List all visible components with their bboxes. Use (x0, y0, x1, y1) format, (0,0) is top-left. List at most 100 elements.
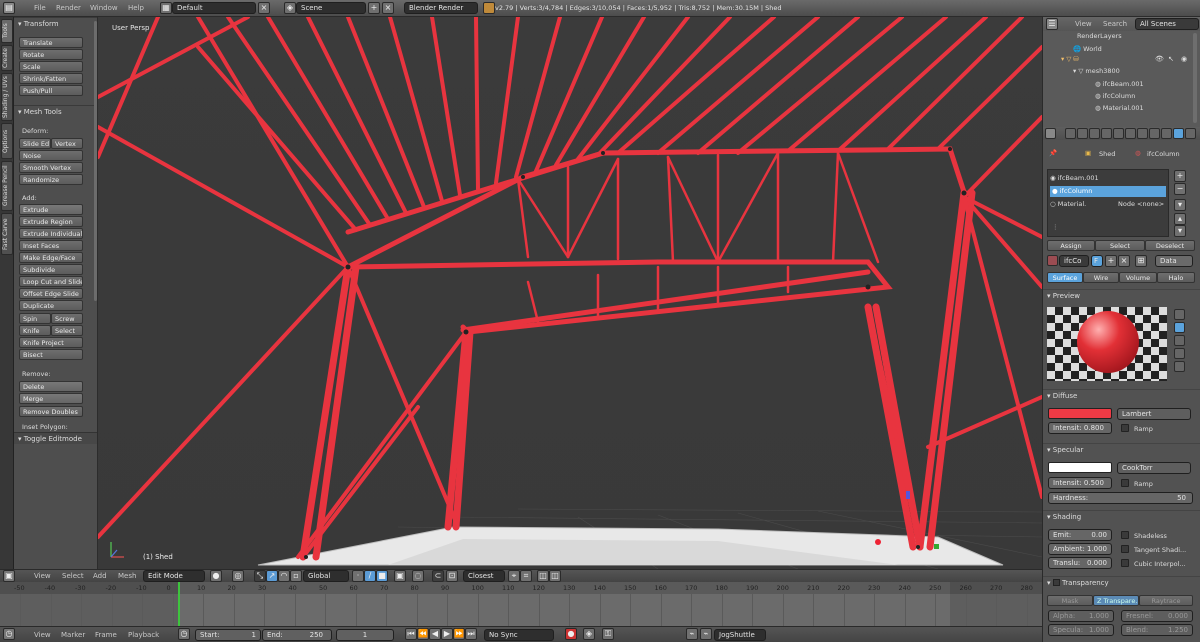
transparency-raytrace-button[interactable]: Raytrace (1139, 595, 1193, 606)
snap-align-icon[interactable]: ⌖ (508, 570, 520, 582)
alpha-field[interactable]: Alpha: 1.000 (1048, 610, 1114, 622)
diffuse-intensity-field[interactable]: Intensit: 0.800 (1048, 422, 1112, 434)
edge-select-icon[interactable]: / (364, 570, 376, 582)
play-icon[interactable]: ▶ (441, 628, 453, 640)
move-slot-up-icon[interactable]: ▴ (1174, 213, 1186, 225)
menu-select[interactable]: Select (62, 572, 84, 580)
offset-edge-slide-button[interactable]: Offset Edge Slide (19, 288, 83, 299)
render-camera-icon[interactable]: ◉ (1181, 55, 1187, 63)
tool-shelf-scrollbar[interactable] (94, 21, 97, 301)
editor-type-icon[interactable]: ▣ (3, 570, 15, 582)
panel-mesh-tools-header[interactable]: ▾ Mesh Tools (14, 105, 97, 117)
rotate-manipulator-icon[interactable]: ◠ (278, 570, 290, 582)
menu-view[interactable]: View (34, 572, 51, 580)
bisect-button[interactable]: Bisect (19, 349, 83, 360)
scene-tab-icon[interactable] (1089, 128, 1100, 139)
outliner-display-select[interactable]: All Scenes (1135, 18, 1199, 30)
face-select-icon[interactable]: ■ (376, 570, 388, 582)
tab-shading-uvs[interactable]: Shading / UVs (1, 73, 13, 121)
outliner-item-ifccolumn[interactable]: ◍ ifcColumn (1095, 92, 1135, 100)
menu-window[interactable]: Window (90, 4, 118, 12)
knife-select-button[interactable]: Select (51, 325, 83, 336)
slot-ifcbeam[interactable]: ◉ ifcBeam.001 (1050, 174, 1099, 182)
fresnel-field[interactable]: Fresnel: 0.000 (1121, 610, 1193, 622)
tab-halo[interactable]: Halo (1157, 272, 1195, 283)
scale-manipulator-icon[interactable]: ▫ (290, 570, 302, 582)
scale-button[interactable]: Scale (19, 61, 83, 72)
shrink-fatten-button[interactable]: Shrink/Fatten (19, 73, 83, 84)
mode-select[interactable]: Edit Mode (143, 570, 205, 582)
tl-menu-view[interactable]: View (34, 631, 51, 639)
3d-viewport[interactable]: User Persp (1) Shed (98, 17, 1042, 569)
auto-keying-icon[interactable]: ● (565, 628, 577, 640)
knife-button[interactable]: Knife (19, 325, 51, 336)
merge-menu[interactable]: Merge (19, 393, 83, 404)
tab-wire[interactable]: Wire (1083, 272, 1119, 283)
remove-slot-icon[interactable]: − (1174, 183, 1186, 195)
diffuse-shader-select[interactable]: Lambert (1117, 408, 1191, 420)
keying-set-select[interactable]: JogShuttle (714, 629, 766, 641)
info-editor-icon[interactable]: ▤ (3, 2, 15, 14)
extrude-menu[interactable]: Extrude (19, 204, 83, 215)
ambient-field[interactable]: Ambient: 1.000 (1048, 543, 1112, 555)
preview-monkey-icon[interactable] (1174, 348, 1185, 359)
snap-toggle-icon[interactable]: ⊂ (432, 570, 444, 582)
slot-material[interactable]: ○ Material. (1050, 200, 1086, 208)
breadcrumb-object[interactable]: Shed (1099, 150, 1115, 158)
object-tab-icon[interactable] (1113, 128, 1124, 139)
render-tab-icon[interactable] (1065, 128, 1076, 139)
add-slot-icon[interactable]: + (1174, 170, 1186, 182)
diffuse-color-swatch[interactable] (1048, 408, 1112, 419)
texture-tab-icon[interactable] (1185, 128, 1196, 139)
slide-vertex-button[interactable]: Vertex (51, 138, 83, 149)
proportional-edit-icon[interactable]: ◌ (412, 570, 424, 582)
world-tab-icon[interactable] (1101, 128, 1112, 139)
specular-intensity-field[interactable]: Intensit: 0.500 (1048, 477, 1112, 489)
specular-ramp-checkbox[interactable] (1121, 479, 1129, 487)
preview-panel-header[interactable]: ▾ Preview (1043, 289, 1200, 301)
scene-select[interactable]: Scene (296, 2, 366, 14)
current-frame-field[interactable]: 1 (336, 629, 394, 641)
transparency-panel-header[interactable]: ▾ Transparency (1043, 576, 1200, 588)
remove-doubles-button[interactable]: Remove Doubles (19, 406, 83, 417)
constraints-tab-icon[interactable] (1125, 128, 1136, 139)
pivot-icon[interactable]: ◎ (232, 570, 244, 582)
outliner-search-menu[interactable]: Search (1103, 20, 1127, 28)
slide-edge-button[interactable]: Slide Ed (19, 138, 51, 149)
tab-options[interactable]: Options (1, 123, 13, 159)
duplicate-button[interactable]: Duplicate (19, 300, 83, 311)
translucency-field[interactable]: Translu: 0.000 (1048, 557, 1112, 569)
knife-project-button[interactable]: Knife Project (19, 337, 83, 348)
render-engine-select[interactable]: Blender Render (404, 2, 478, 14)
close-scene-icon[interactable]: × (382, 2, 394, 14)
spin-button[interactable]: Spin (19, 313, 51, 324)
loop-cut-button[interactable]: Loop Cut and Slide (19, 276, 83, 287)
scene-icon[interactable]: ◈ (284, 2, 296, 14)
preview-cube-icon[interactable] (1174, 335, 1185, 346)
tab-volume[interactable]: Volume (1119, 272, 1157, 283)
link-icon[interactable]: ⌁ (686, 628, 698, 640)
tab-grease-pencil[interactable]: Grease Pencil (1, 161, 13, 211)
node-tree-icon[interactable]: ⊞ (1135, 255, 1147, 267)
specular-color-swatch[interactable] (1048, 462, 1112, 473)
tab-tools[interactable]: Tools (1, 19, 13, 43)
hardness-field[interactable]: Hardness: 50 (1048, 492, 1193, 504)
preview-hair-icon[interactable] (1174, 361, 1185, 372)
unlink-material-icon[interactable]: × (1118, 255, 1130, 267)
smooth-vertex-button[interactable]: Smooth Vertex (19, 162, 83, 173)
screen-layout-icon[interactable]: ▦ (160, 2, 172, 14)
preview-range-icon[interactable]: ◷ (178, 628, 190, 640)
outliner-item-ifcbeam[interactable]: ◍ ifcBeam.001 (1095, 80, 1144, 88)
deselect-button[interactable]: Deselect (1145, 240, 1195, 251)
translate-button[interactable]: Translate (19, 37, 83, 48)
translate-manipulator-icon[interactable]: ↗ (266, 570, 278, 582)
rotate-button[interactable]: Rotate (19, 49, 83, 60)
outliner-scrollbar[interactable] (1193, 33, 1197, 123)
sync-mode-select[interactable]: No Sync (484, 629, 554, 641)
visibility-eye-icon[interactable]: 👁 (1155, 55, 1164, 63)
outliner-item-material[interactable]: ◍ Material.001 (1095, 104, 1144, 112)
selectability-arrow-icon[interactable]: ↖ (1168, 55, 1174, 63)
tab-fast-carve[interactable]: Fast Carve (1, 213, 13, 255)
menu-file[interactable]: File (34, 4, 46, 12)
menu-render[interactable]: Render (56, 4, 81, 12)
